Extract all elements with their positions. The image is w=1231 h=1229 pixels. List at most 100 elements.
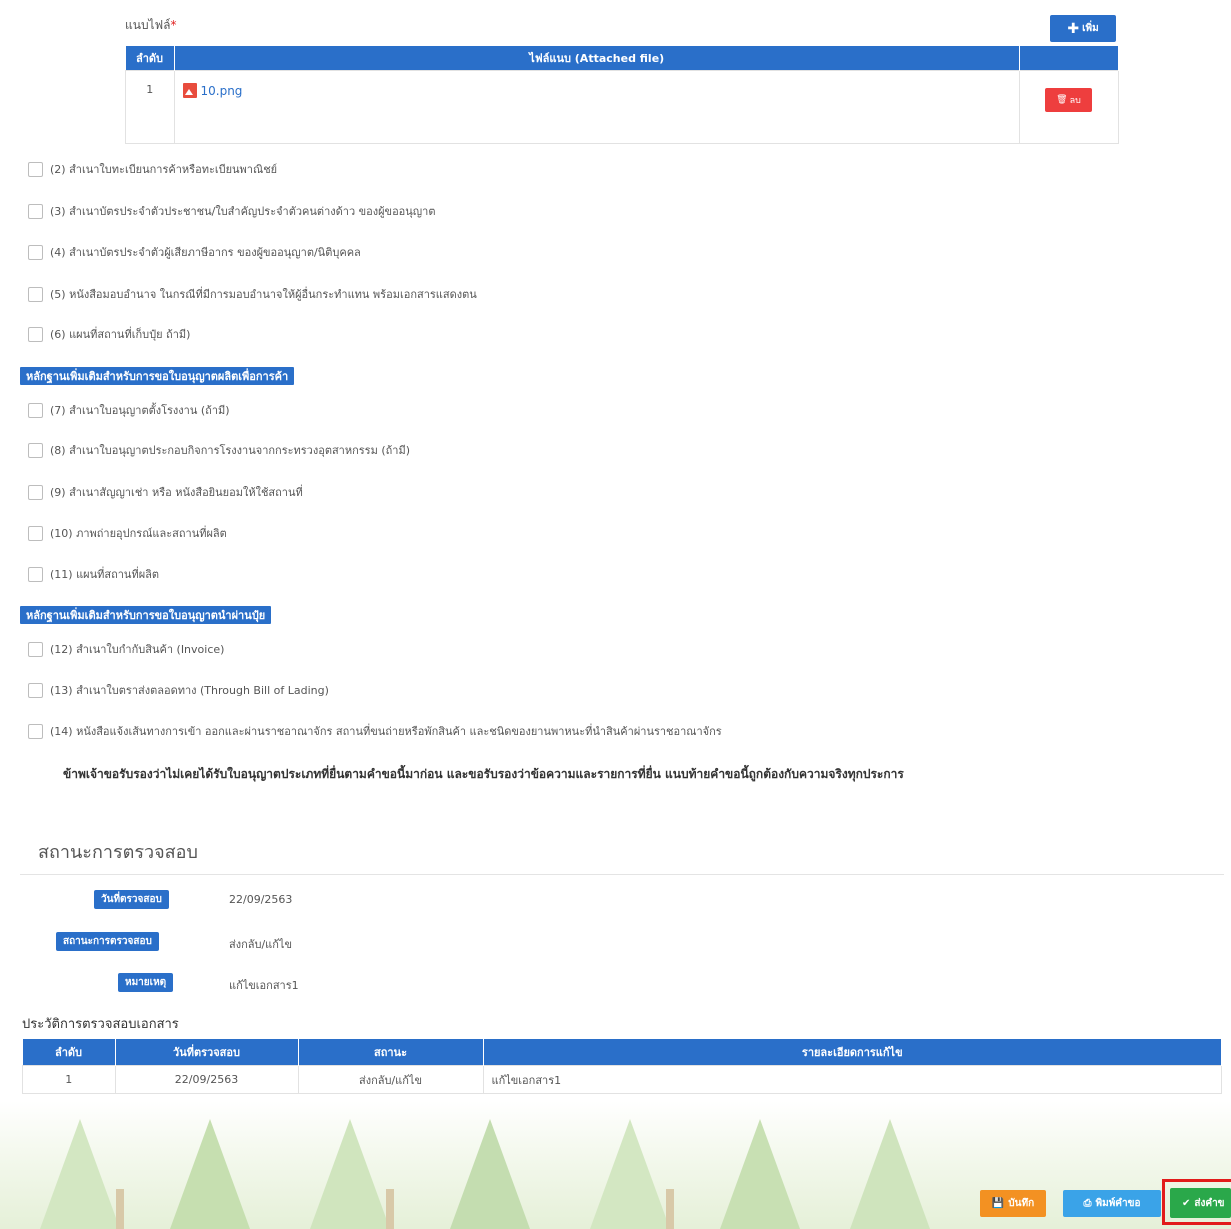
history-title: ประวัติการตรวจสอบเอกสาร — [22, 1017, 179, 1032]
note-badge: หมายเหตุ — [118, 973, 174, 992]
divider — [20, 874, 1224, 875]
section-heading-transit: หลักฐานเพิ่มเติมสำหรับการขอใบอนุญาตนำผ่า… — [20, 606, 272, 624]
plus-icon: ✚ — [1067, 20, 1080, 37]
required-mark: * — [170, 18, 177, 32]
checklist-label: (10) ภาพถ่ายอุปกรณ์และสถานที่ผลิต — [50, 527, 227, 540]
check-status-badge: สถานะการตรวจสอบ — [56, 932, 159, 951]
checklist-label: (4) สำเนาบัตรประจำตัวผู้เสียภาษีอากร ของ… — [50, 246, 361, 259]
checklist-label: (6) แผนที่สถานที่เก็บปุ๋ย ถ้ามี) — [50, 328, 191, 341]
check-date-value: 22/09/2563 — [229, 893, 293, 906]
checklist-item-8[interactable]: (8) สำเนาใบอนุญาตประกอบกิจการโรงงานจากกร… — [28, 441, 410, 459]
trunk — [386, 1189, 394, 1229]
checkbox[interactable] — [28, 525, 43, 541]
tree-illustration — [40, 1119, 120, 1229]
checkbox[interactable] — [28, 484, 43, 500]
print-icon: ⎙ — [1083, 1198, 1092, 1209]
attachment-label: แนบไฟล์* — [125, 18, 177, 32]
check-date-badge: วันที่ตรวจสอบ — [94, 890, 169, 909]
col-file: ไฟล์แนบ (Attached file) — [174, 46, 1020, 71]
col-no: ลำดับ — [125, 46, 175, 71]
history-date: 22/09/2563 — [114, 1065, 299, 1094]
save-button[interactable]: 💾 บันทึก — [980, 1190, 1046, 1217]
tree-illustration — [170, 1119, 250, 1229]
checklist-item-2[interactable]: (2) สำเนาใบทะเบียนการค้าหรือทะเบียนพาณิช… — [28, 160, 277, 178]
save-icon: 💾 — [991, 1198, 1005, 1209]
checkbox[interactable] — [28, 723, 43, 739]
delete-label: ลบ — [1069, 96, 1081, 106]
tree-illustration — [450, 1119, 530, 1229]
note-value: แก้ไขเอกสาร1 — [229, 979, 299, 992]
checklist-item-12[interactable]: (12) สำเนาใบกำกับสินค้า (Invoice) — [28, 640, 224, 658]
checklist-item-13[interactable]: (13) สำเนาใบตราส่งตลอดทาง (Through Bill … — [28, 681, 329, 699]
checkbox[interactable] — [28, 402, 43, 418]
col-status: สถานะ — [298, 1039, 484, 1066]
checkbox[interactable] — [28, 641, 43, 657]
file-link[interactable]: 10.png — [182, 83, 243, 98]
save-label: บันทึก — [1008, 1198, 1035, 1209]
file-name: 10.png — [200, 83, 243, 98]
checklist-item-3[interactable]: (3) สำเนาบัตรประจำตัวประชาชน/ใบสำคัญประจ… — [28, 202, 436, 220]
checkbox[interactable] — [28, 161, 43, 177]
checklist-item-11[interactable]: (11) แผนที่สถานที่ผลิต — [28, 565, 159, 583]
tree-illustration — [590, 1119, 670, 1229]
table-row: 1 10.png 🗑 ลบ — [125, 70, 1119, 144]
declaration-text: ข้าพเจ้าขอรับรองว่าไม่เคยได้รับใบอนุญาตป… — [63, 767, 904, 781]
file-action-cell: 🗑 ลบ — [1019, 70, 1119, 144]
table-row: 1 22/09/2563 ส่งกลับ/แก้ไข แก้ไขเอกสาร1 — [22, 1065, 1222, 1094]
col-detail: รายละเอียดการแก้ไข — [483, 1039, 1222, 1066]
col-action — [1019, 46, 1119, 71]
col-no: ลำดับ — [22, 1039, 116, 1066]
tree-illustration — [310, 1119, 390, 1229]
checkbox[interactable] — [28, 203, 43, 219]
tree-illustration — [850, 1119, 930, 1229]
check-status-value: ส่งกลับ/แก้ไข — [229, 938, 292, 951]
section-heading-production: หลักฐานเพิ่มเติมสำหรับการขอใบอนุญาตผลิตเ… — [20, 367, 295, 385]
checkbox[interactable] — [28, 442, 43, 458]
submit-button[interactable]: ✔ ส่งคำข — [1170, 1188, 1231, 1218]
file-no: 1 — [125, 70, 175, 144]
checklist-item-6[interactable]: (6) แผนที่สถานที่เก็บปุ๋ย ถ้ามี) — [28, 325, 190, 343]
add-file-label: เพิ่ม — [1082, 23, 1099, 34]
checklist-label: (7) สำเนาใบอนุญาตตั้งโรงงาน (ถ้ามี) — [50, 404, 230, 417]
check-icon: ✔ — [1182, 1197, 1191, 1209]
checkbox[interactable] — [28, 326, 43, 342]
checklist-item-7[interactable]: (7) สำเนาใบอนุญาตตั้งโรงงาน (ถ้ามี) — [28, 401, 230, 419]
file-cell: 10.png — [173, 70, 1020, 144]
checklist-item-9[interactable]: (9) สำเนาสัญญาเช่า หรือ หนังสือยินยอมให้… — [28, 483, 303, 501]
checklist-item-14[interactable]: (14) หนังสือแจ้งเส้นทางการเข้า ออกและผ่า… — [28, 722, 722, 740]
submit-label: ส่งคำข — [1194, 1197, 1225, 1209]
checklist-item-10[interactable]: (10) ภาพถ่ายอุปกรณ์และสถานที่ผลิต — [28, 524, 227, 542]
print-label: พิมพ์คำขอ — [1095, 1198, 1141, 1209]
trash-icon: 🗑 — [1056, 95, 1068, 105]
history-status: ส่งกลับ/แก้ไข — [297, 1065, 484, 1094]
checklist-label: (11) แผนที่สถานที่ผลิต — [50, 568, 160, 581]
checklist-label: (5) หนังสือมอบอำนาจ ในกรณีที่มีการมอบอำน… — [50, 288, 477, 301]
checklist-label: (2) สำเนาใบทะเบียนการค้าหรือทะเบียนพาณิช… — [50, 163, 278, 176]
trunk — [116, 1189, 124, 1229]
checklist-label: (12) สำเนาใบกำกับสินค้า (Invoice) — [50, 643, 225, 656]
print-button[interactable]: ⎙ พิมพ์คำขอ — [1063, 1190, 1161, 1217]
history-detail: แก้ไขเอกสาร1 — [482, 1065, 1222, 1094]
checklist-label: (3) สำเนาบัตรประจำตัวประชาชน/ใบสำคัญประจ… — [50, 205, 436, 218]
checkbox[interactable] — [28, 566, 43, 582]
status-title: สถานะการตรวจสอบ — [38, 842, 198, 863]
checklist-item-4[interactable]: (4) สำเนาบัตรประจำตัวผู้เสียภาษีอากร ของ… — [28, 243, 361, 261]
checklist-item-5[interactable]: (5) หนังสือมอบอำนาจ ในกรณีที่มีการมอบอำน… — [28, 285, 477, 303]
col-date: วันที่ตรวจสอบ — [115, 1039, 299, 1066]
add-file-button[interactable]: ✚ เพิ่ม — [1050, 15, 1116, 42]
history-table: ลำดับ วันที่ตรวจสอบ สถานะ รายละเอียดการแ… — [22, 1039, 1222, 1094]
checkbox[interactable] — [28, 682, 43, 698]
attachment-table: ลำดับ ไฟล์แนบ (Attached file) 1 10.png 🗑… — [125, 46, 1119, 144]
checkbox[interactable] — [28, 286, 43, 302]
tree-illustration — [720, 1119, 800, 1229]
footer-background — [0, 1101, 1231, 1229]
checkbox[interactable] — [28, 244, 43, 260]
trunk — [666, 1189, 674, 1229]
image-file-icon — [182, 83, 197, 98]
history-no: 1 — [22, 1065, 116, 1094]
delete-file-button[interactable]: 🗑 ลบ — [1045, 88, 1092, 112]
checklist-label: (9) สำเนาสัญญาเช่า หรือ หนังสือยินยอมให้… — [50, 486, 303, 499]
checklist-label: (8) สำเนาใบอนุญาตประกอบกิจการโรงงานจากกร… — [50, 444, 411, 457]
checklist-label: (14) หนังสือแจ้งเส้นทางการเข้า ออกและผ่า… — [50, 725, 722, 738]
checklist-label: (13) สำเนาใบตราส่งตลอดทาง (Through Bill … — [50, 684, 329, 697]
